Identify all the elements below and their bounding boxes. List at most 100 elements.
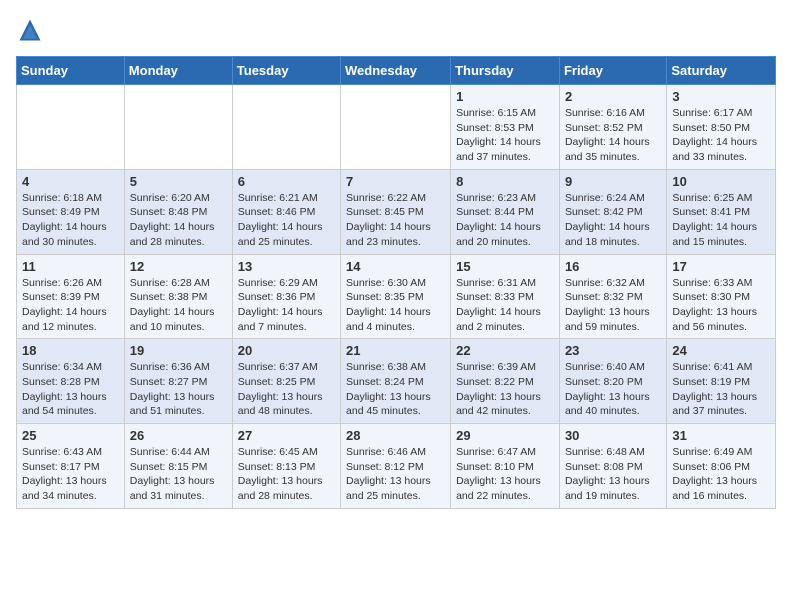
calendar-cell: 22 Sunrise: 6:39 AM Sunset: 8:22 PM Dayli… bbox=[451, 339, 560, 424]
day-info: Sunrise: 6:32 AM Sunset: 8:32 PM Dayligh… bbox=[565, 276, 661, 335]
day-info: Sunrise: 6:33 AM Sunset: 8:30 PM Dayligh… bbox=[672, 276, 770, 335]
column-header-tuesday: Tuesday bbox=[232, 57, 340, 85]
calendar-cell: 10 Sunrise: 6:25 AM Sunset: 8:41 PM Dayli… bbox=[667, 169, 776, 254]
day-info: Sunrise: 6:44 AM Sunset: 8:15 PM Dayligh… bbox=[130, 445, 227, 504]
day-info: Sunrise: 6:34 AM Sunset: 8:28 PM Dayligh… bbox=[22, 360, 119, 419]
calendar-cell: 13 Sunrise: 6:29 AM Sunset: 8:36 PM Dayli… bbox=[232, 254, 340, 339]
day-number: 26 bbox=[130, 428, 227, 443]
calendar-cell: 8Sunrise: 6:23 AM Sunset: 8:44 PM Daylig… bbox=[451, 169, 560, 254]
day-info: Sunrise: 6:15 AM Sunset: 8:53 PM Dayligh… bbox=[456, 106, 554, 165]
column-header-sunday: Sunday bbox=[17, 57, 125, 85]
day-info: Sunrise: 6:20 AM Sunset: 8:48 PM Dayligh… bbox=[130, 191, 227, 250]
day-info: Sunrise: 6:45 AM Sunset: 8:13 PM Dayligh… bbox=[238, 445, 335, 504]
day-number: 8 bbox=[456, 174, 554, 189]
calendar-header-row: SundayMondayTuesdayWednesdayThursdayFrid… bbox=[17, 57, 776, 85]
day-number: 28 bbox=[346, 428, 445, 443]
calendar-cell: 29 Sunrise: 6:47 AM Sunset: 8:10 PM Dayli… bbox=[451, 424, 560, 509]
calendar-cell: 25 Sunrise: 6:43 AM Sunset: 8:17 PM Dayli… bbox=[17, 424, 125, 509]
column-header-saturday: Saturday bbox=[667, 57, 776, 85]
calendar-week-row: 4 Sunrise: 6:18 AM Sunset: 8:49 PM Daylig… bbox=[17, 169, 776, 254]
day-info: Sunrise: 6:28 AM Sunset: 8:38 PM Dayligh… bbox=[130, 276, 227, 335]
day-info: Sunrise: 6:18 AM Sunset: 8:49 PM Dayligh… bbox=[22, 191, 119, 250]
calendar-week-row: 1 Sunrise: 6:15 AM Sunset: 8:53 PM Daylig… bbox=[17, 85, 776, 170]
calendar-cell: 11 Sunrise: 6:26 AM Sunset: 8:39 PM Dayli… bbox=[17, 254, 125, 339]
page-header bbox=[16, 16, 776, 44]
calendar-cell: 30 Sunrise: 6:48 AM Sunset: 8:08 PM Dayli… bbox=[559, 424, 666, 509]
calendar-cell: 9 Sunrise: 6:24 AM Sunset: 8:42 PM Daylig… bbox=[559, 169, 666, 254]
day-number: 5 bbox=[130, 174, 227, 189]
day-number: 22 bbox=[456, 343, 554, 358]
day-info: Sunrise: 6:31 AM Sunset: 8:33 PM Dayligh… bbox=[456, 276, 554, 335]
calendar-cell: 12 Sunrise: 6:28 AM Sunset: 8:38 PM Dayli… bbox=[124, 254, 232, 339]
day-info: Sunrise: 6:21 AM Sunset: 8:46 PM Dayligh… bbox=[238, 191, 335, 250]
day-number: 15 bbox=[456, 259, 554, 274]
day-number: 25 bbox=[22, 428, 119, 443]
calendar-week-row: 11 Sunrise: 6:26 AM Sunset: 8:39 PM Dayli… bbox=[17, 254, 776, 339]
calendar-cell: 24 Sunrise: 6:41 AM Sunset: 8:19 PM Dayli… bbox=[667, 339, 776, 424]
day-info: Sunrise: 6:16 AM Sunset: 8:52 PM Dayligh… bbox=[565, 106, 661, 165]
day-number: 12 bbox=[130, 259, 227, 274]
calendar-cell: 18 Sunrise: 6:34 AM Sunset: 8:28 PM Dayli… bbox=[17, 339, 125, 424]
column-header-monday: Monday bbox=[124, 57, 232, 85]
column-header-friday: Friday bbox=[559, 57, 666, 85]
calendar-cell: 16Sunrise: 6:32 AM Sunset: 8:32 PM Dayli… bbox=[559, 254, 666, 339]
calendar-cell: 17 Sunrise: 6:33 AM Sunset: 8:30 PM Dayli… bbox=[667, 254, 776, 339]
day-number: 6 bbox=[238, 174, 335, 189]
generalblue-logo-icon bbox=[16, 16, 44, 44]
day-info: Sunrise: 6:47 AM Sunset: 8:10 PM Dayligh… bbox=[456, 445, 554, 504]
day-info: Sunrise: 6:22 AM Sunset: 8:45 PM Dayligh… bbox=[346, 191, 445, 250]
calendar-cell: 27 Sunrise: 6:45 AM Sunset: 8:13 PM Dayli… bbox=[232, 424, 340, 509]
day-number: 29 bbox=[456, 428, 554, 443]
calendar-cell: 31Sunrise: 6:49 AM Sunset: 8:06 PM Dayli… bbox=[667, 424, 776, 509]
day-number: 21 bbox=[346, 343, 445, 358]
day-number: 3 bbox=[672, 89, 770, 104]
day-number: 17 bbox=[672, 259, 770, 274]
calendar-cell: 26 Sunrise: 6:44 AM Sunset: 8:15 PM Dayli… bbox=[124, 424, 232, 509]
calendar-cell: 5 Sunrise: 6:20 AM Sunset: 8:48 PM Daylig… bbox=[124, 169, 232, 254]
day-number: 18 bbox=[22, 343, 119, 358]
day-info: Sunrise: 6:43 AM Sunset: 8:17 PM Dayligh… bbox=[22, 445, 119, 504]
day-number: 1 bbox=[456, 89, 554, 104]
calendar-cell: 2 Sunrise: 6:16 AM Sunset: 8:52 PM Daylig… bbox=[559, 85, 666, 170]
day-number: 27 bbox=[238, 428, 335, 443]
day-info: Sunrise: 6:41 AM Sunset: 8:19 PM Dayligh… bbox=[672, 360, 770, 419]
calendar-cell bbox=[232, 85, 340, 170]
logo bbox=[16, 16, 48, 44]
day-number: 10 bbox=[672, 174, 770, 189]
day-info: Sunrise: 6:26 AM Sunset: 8:39 PM Dayligh… bbox=[22, 276, 119, 335]
calendar-cell: 15 Sunrise: 6:31 AM Sunset: 8:33 PM Dayli… bbox=[451, 254, 560, 339]
column-header-wednesday: Wednesday bbox=[341, 57, 451, 85]
day-info: Sunrise: 6:48 AM Sunset: 8:08 PM Dayligh… bbox=[565, 445, 661, 504]
calendar-cell: 21 Sunrise: 6:38 AM Sunset: 8:24 PM Dayli… bbox=[341, 339, 451, 424]
day-number: 2 bbox=[565, 89, 661, 104]
calendar-cell: 14Sunrise: 6:30 AM Sunset: 8:35 PM Dayli… bbox=[341, 254, 451, 339]
calendar-cell: 20Sunrise: 6:37 AM Sunset: 8:25 PM Dayli… bbox=[232, 339, 340, 424]
day-number: 7 bbox=[346, 174, 445, 189]
day-info: Sunrise: 6:25 AM Sunset: 8:41 PM Dayligh… bbox=[672, 191, 770, 250]
calendar-cell: 3 Sunrise: 6:17 AM Sunset: 8:50 PM Daylig… bbox=[667, 85, 776, 170]
calendar-cell: 1 Sunrise: 6:15 AM Sunset: 8:53 PM Daylig… bbox=[451, 85, 560, 170]
day-info: Sunrise: 6:40 AM Sunset: 8:20 PM Dayligh… bbox=[565, 360, 661, 419]
day-number: 11 bbox=[22, 259, 119, 274]
day-info: Sunrise: 6:17 AM Sunset: 8:50 PM Dayligh… bbox=[672, 106, 770, 165]
day-info: Sunrise: 6:38 AM Sunset: 8:24 PM Dayligh… bbox=[346, 360, 445, 419]
day-number: 20 bbox=[238, 343, 335, 358]
day-info: Sunrise: 6:39 AM Sunset: 8:22 PM Dayligh… bbox=[456, 360, 554, 419]
calendar-week-row: 25 Sunrise: 6:43 AM Sunset: 8:17 PM Dayli… bbox=[17, 424, 776, 509]
day-number: 30 bbox=[565, 428, 661, 443]
day-info: Sunrise: 6:29 AM Sunset: 8:36 PM Dayligh… bbox=[238, 276, 335, 335]
calendar-cell: 7 Sunrise: 6:22 AM Sunset: 8:45 PM Daylig… bbox=[341, 169, 451, 254]
day-info: Sunrise: 6:30 AM Sunset: 8:35 PM Dayligh… bbox=[346, 276, 445, 335]
day-info: Sunrise: 6:24 AM Sunset: 8:42 PM Dayligh… bbox=[565, 191, 661, 250]
day-number: 13 bbox=[238, 259, 335, 274]
day-number: 4 bbox=[22, 174, 119, 189]
calendar-week-row: 18 Sunrise: 6:34 AM Sunset: 8:28 PM Dayli… bbox=[17, 339, 776, 424]
day-number: 24 bbox=[672, 343, 770, 358]
day-info: Sunrise: 6:46 AM Sunset: 8:12 PM Dayligh… bbox=[346, 445, 445, 504]
column-header-thursday: Thursday bbox=[451, 57, 560, 85]
day-info: Sunrise: 6:36 AM Sunset: 8:27 PM Dayligh… bbox=[130, 360, 227, 419]
calendar-cell bbox=[341, 85, 451, 170]
day-number: 9 bbox=[565, 174, 661, 189]
calendar-cell: 19Sunrise: 6:36 AM Sunset: 8:27 PM Dayli… bbox=[124, 339, 232, 424]
day-info: Sunrise: 6:49 AM Sunset: 8:06 PM Dayligh… bbox=[672, 445, 770, 504]
